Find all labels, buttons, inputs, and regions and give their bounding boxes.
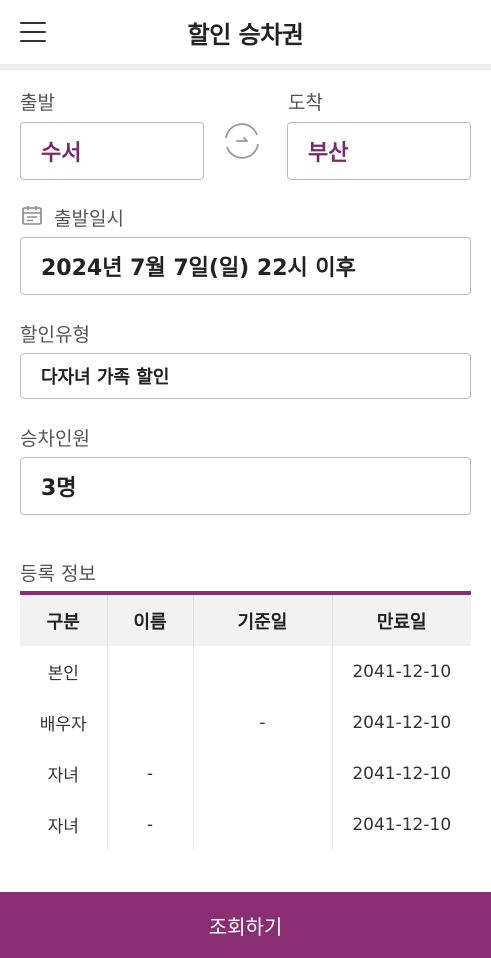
arrival-station: 부산 [308, 141, 349, 166]
cell-expiry-date: 2041-12-10 [352, 763, 452, 784]
departure-label: 출발 [20, 92, 55, 114]
table-row: 자녀 - 2041-12-10 [20, 748, 471, 799]
cell-type: 자녀 [20, 799, 108, 850]
cell-type: 배우자 [20, 697, 108, 748]
registration-table: 구분 이름 기준일 만료일 본인 2041-12-10 배우자 - 2041-1… [20, 591, 471, 850]
header-divider [0, 64, 491, 70]
cell-type: 자녀 [20, 748, 108, 799]
departure-datetime-field[interactable]: 2024년 7월 7일(일) 22시 이후 [20, 237, 471, 295]
page-title: 할인 승차권 [187, 20, 304, 49]
discount-type-field[interactable]: 다자녀 가족 할인 [20, 353, 471, 399]
cell-name [107, 646, 194, 697]
column-header-base-date: 기준일 [193, 595, 333, 646]
cell-base-date [193, 748, 333, 799]
swap-icon[interactable] [220, 119, 264, 163]
cell-type: 본인 [20, 646, 108, 697]
cell-expiry-date: 2041-12-10 [352, 814, 452, 835]
column-header-type: 구분 [20, 595, 108, 646]
column-header-expiry-date: 만료일 [332, 595, 471, 646]
departure-datetime-label-text: 출발일시 [54, 207, 124, 230]
passengers-value: 3명 [41, 476, 77, 501]
column-header-name: 이름 [107, 595, 194, 646]
arrival-station-field[interactable]: 부산 [287, 122, 471, 180]
passengers-field[interactable]: 3명 [20, 457, 471, 515]
header: 할인 승차권 [0, 0, 491, 64]
departure-station-field[interactable]: 수서 [20, 122, 204, 180]
cell-base-date: - [193, 697, 333, 748]
cell-name: - [107, 748, 194, 799]
cell-base-date [193, 799, 333, 850]
table-header-row: 구분 이름 기준일 만료일 [20, 595, 471, 646]
registration-title: 등록 정보 [20, 563, 96, 585]
cell-name [107, 697, 194, 748]
passengers-label: 승차인원 [20, 428, 90, 450]
calendar-icon [20, 203, 44, 231]
app-screen: 할인 승차권 출발 도착 수서 부산 출발일시 2024년 7월 7일(일) 2… [0, 0, 491, 958]
arrival-label: 도착 [288, 92, 323, 114]
table-row: 본인 2041-12-10 [20, 646, 471, 697]
discount-type-value: 다자녀 가족 할인 [41, 367, 170, 388]
discount-type-label: 할인유형 [20, 324, 90, 346]
table-row: 자녀 - 2041-12-10 [20, 799, 471, 850]
cell-expiry-date: 2041-12-10 [352, 712, 452, 733]
cell-base-date [193, 646, 333, 697]
menu-icon[interactable] [20, 22, 46, 42]
cell-expiry-date: 2041-12-10 [352, 661, 452, 682]
departure-station: 수서 [41, 141, 82, 166]
search-button[interactable]: 조회하기 [0, 892, 491, 958]
cell-name: - [107, 799, 194, 850]
departure-datetime-label: 출발일시 [20, 203, 124, 231]
departure-datetime-value: 2024년 7월 7일(일) 22시 이후 [41, 256, 356, 281]
table-row: 배우자 - 2041-12-10 [20, 697, 471, 748]
